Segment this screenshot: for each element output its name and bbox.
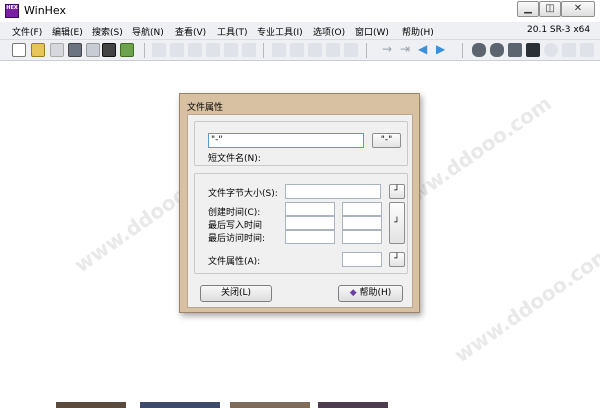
- replace-hex-icon[interactable]: [326, 43, 340, 57]
- new-file-icon[interactable]: [12, 43, 26, 57]
- file-size-field[interactable]: [285, 184, 381, 199]
- short-filename-label: 短文件名(N):: [208, 154, 261, 164]
- bottom-thumbnail: [230, 402, 310, 408]
- goto-offset-icon[interactable]: →: [382, 42, 392, 57]
- bottom-thumbnail: [56, 402, 126, 408]
- filename-field[interactable]: "-": [208, 133, 364, 148]
- toolbar-separator: [144, 43, 145, 58]
- hash-icon[interactable]: [562, 43, 576, 57]
- save-icon[interactable]: [50, 43, 64, 57]
- undo-icon[interactable]: [152, 43, 166, 57]
- file-details-group: 文件字节大小(S): ┘ 创建时间(C): 最后写入时间 最后访问时间: ┘ 文…: [194, 173, 408, 274]
- ram-editor-icon[interactable]: [490, 43, 504, 57]
- last-access-time-field[interactable]: [342, 230, 382, 244]
- file-size-label: 文件字节大小(S):: [208, 189, 278, 199]
- paste-icon[interactable]: [206, 43, 220, 57]
- close-icon: ✕: [573, 3, 583, 14]
- file-attributes-label: 文件属性(A):: [208, 257, 261, 267]
- browse-button[interactable]: "-": [372, 133, 401, 148]
- menu-specialist-tools[interactable]: 专业工具(I): [257, 25, 303, 38]
- image-icon[interactable]: [580, 43, 594, 57]
- last-write-time-label: 最后写入时间: [208, 221, 263, 231]
- copy-icon[interactable]: [188, 43, 202, 57]
- forward-arrow-icon[interactable]: ▶: [436, 42, 445, 57]
- menu-window[interactable]: 窗口(W): [355, 25, 389, 38]
- calculator-icon[interactable]: [526, 43, 540, 57]
- properties-icon[interactable]: [86, 43, 100, 57]
- replace-icon[interactable]: [308, 43, 322, 57]
- filename-group: "-" "-" 短文件名(N):: [194, 121, 408, 166]
- binary-icon[interactable]: [242, 43, 256, 57]
- disk-editor-icon[interactable]: [472, 43, 486, 57]
- toolbar-separator: [263, 43, 264, 58]
- help-button[interactable]: ◆ 帮助(H): [338, 285, 403, 302]
- menu-navigate[interactable]: 导航(N): [132, 25, 164, 38]
- last-write-time-field[interactable]: [342, 216, 382, 230]
- find-again-icon[interactable]: [344, 43, 358, 57]
- minimize-button[interactable]: ▁: [517, 1, 539, 17]
- search-icon[interactable]: [544, 43, 558, 57]
- window-title: WinHex: [24, 4, 67, 17]
- dialog-title: 文件属性: [187, 103, 224, 113]
- cut-icon[interactable]: [170, 43, 184, 57]
- write-icon[interactable]: [224, 43, 238, 57]
- disk-tools-icon[interactable]: [508, 43, 522, 57]
- goto-page-icon[interactable]: ⇥: [400, 42, 410, 57]
- created-time-label: 创建时间(C):: [208, 208, 261, 218]
- menu-bar: 文件(F) 编辑(E) 搜索(S) 导航(N) 查看(V) 工具(T) 专业工具…: [0, 22, 600, 40]
- help-button-label: 帮助(H): [359, 288, 392, 298]
- menu-options[interactable]: 选项(O): [313, 25, 345, 38]
- watermark: www.ddooo.com: [449, 240, 600, 368]
- toolbar: → ⇥ ◀ ▶: [0, 40, 600, 61]
- bottom-thumbnail: [140, 402, 220, 408]
- apply-times-button[interactable]: ┘: [389, 202, 405, 244]
- menu-view[interactable]: 查看(V): [175, 25, 206, 38]
- find-icon[interactable]: [272, 43, 286, 57]
- find-hex-icon[interactable]: [290, 43, 304, 57]
- version-label: 20.1 SR-3 x64: [527, 25, 591, 35]
- print-icon[interactable]: [68, 43, 82, 57]
- open-folder-icon[interactable]: [31, 43, 45, 57]
- apply-attributes-button[interactable]: ┘: [389, 252, 405, 267]
- last-access-time-label: 最后访问时间:: [208, 234, 266, 244]
- menu-help[interactable]: 帮助(H): [402, 25, 434, 38]
- last-write-date-field[interactable]: [285, 216, 335, 230]
- minimize-icon: ▁: [524, 3, 532, 14]
- dialog-body: "-" "-" 短文件名(N): 文件字节大小(S): ┘ 创建时间(C): 最…: [187, 114, 413, 308]
- maximize-button[interactable]: ◫: [539, 1, 561, 17]
- file-properties-dialog: 文件属性 "-" "-" 短文件名(N): 文件字节大小(S): ┘ 创建时间(…: [179, 93, 420, 313]
- file-attributes-field[interactable]: [342, 252, 382, 267]
- menu-file[interactable]: 文件(F): [12, 25, 42, 38]
- toolbar-separator: [462, 43, 463, 58]
- restore-icon: ◫: [545, 3, 555, 14]
- close-button[interactable]: ✕: [561, 1, 595, 17]
- back-arrow-icon[interactable]: ◀: [418, 42, 427, 57]
- menu-edit[interactable]: 编辑(E): [52, 25, 83, 38]
- created-date-field[interactable]: [285, 202, 335, 216]
- run-script-icon[interactable]: [120, 43, 134, 57]
- apply-size-button[interactable]: ┘: [389, 184, 405, 199]
- close-dialog-button[interactable]: 关闭(L): [200, 285, 272, 302]
- bottom-thumbnail: [318, 402, 388, 408]
- menu-search[interactable]: 搜索(S): [92, 25, 123, 38]
- toolbar-separator: [366, 43, 367, 58]
- created-time-field[interactable]: [342, 202, 382, 216]
- close-button-label: 关闭(L): [220, 288, 252, 298]
- title-bar: HEX WinHex ▁ ◫ ✕: [0, 0, 600, 22]
- help-book-icon: ◆: [349, 288, 357, 298]
- menu-tools[interactable]: 工具(T): [217, 25, 248, 38]
- open-disk-icon[interactable]: [102, 43, 116, 57]
- last-access-date-field[interactable]: [285, 230, 335, 244]
- app-icon: HEX: [5, 4, 19, 18]
